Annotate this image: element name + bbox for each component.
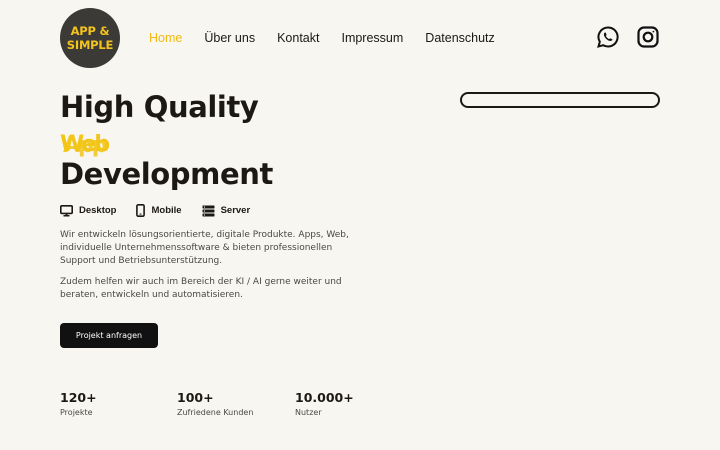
server-icon <box>202 205 215 216</box>
headline-line-1: High Quality <box>60 90 259 124</box>
nav-datenschutz[interactable]: Datenschutz <box>425 30 494 46</box>
logo-line-2: SIMPLE <box>66 38 114 52</box>
stat-projects-value: 120+ <box>60 390 97 405</box>
ai-paragraph: Zudem helfen wir auch im Bereich der KI … <box>60 277 342 300</box>
main-nav: Home Über uns Kontakt Impressum Datensch… <box>149 30 517 46</box>
stat-users: 10.000+ Nutzer <box>295 390 354 418</box>
stat-customers: 100+ Zufriedene Kunden <box>177 390 253 418</box>
platform-desktop-label: Desktop <box>79 205 117 216</box>
stat-projects: 120+ Projekte <box>60 390 97 418</box>
search-input[interactable] <box>460 92 660 108</box>
platform-desktop: Desktop <box>60 204 117 217</box>
platform-server: Server <box>202 205 251 217</box>
platform-mobile: Mobile <box>136 204 182 217</box>
logo[interactable]: APP & SIMPLE <box>60 8 120 68</box>
hero-headline: High Quality Web App Development <box>60 90 273 191</box>
project-request-button[interactable]: Projekt anfragen <box>60 323 158 348</box>
mobile-icon <box>136 204 146 217</box>
stat-customers-label: Zufriedene Kunden <box>177 408 254 417</box>
headline-accent: Web App <box>60 124 273 158</box>
desktop-icon <box>60 204 73 216</box>
stat-users-label: Nutzer <box>295 408 322 417</box>
platform-mobile-label: Mobile <box>151 205 182 216</box>
intro-paragraph: Wir entwickeln lösungsorientierte, digit… <box>60 230 349 266</box>
logo-line-1: APP & <box>70 24 110 38</box>
nav-impressum[interactable]: Impressum <box>341 30 403 46</box>
stat-projects-label: Projekte <box>60 408 93 417</box>
platform-server-label: Server <box>220 205 251 216</box>
platform-list: Desktop Mobile Server <box>60 204 270 217</box>
stat-users-value: 10.000+ <box>295 390 354 405</box>
stat-customers-value: 100+ <box>177 390 214 405</box>
nav-home[interactable]: Home <box>149 30 182 46</box>
nav-ueber-uns[interactable]: Über uns <box>204 30 255 46</box>
headline-accent-app: App <box>63 133 108 158</box>
nav-kontakt[interactable]: Kontakt <box>277 30 319 46</box>
instagram-icon[interactable] <box>636 25 660 49</box>
whatsapp-icon[interactable] <box>596 25 620 49</box>
